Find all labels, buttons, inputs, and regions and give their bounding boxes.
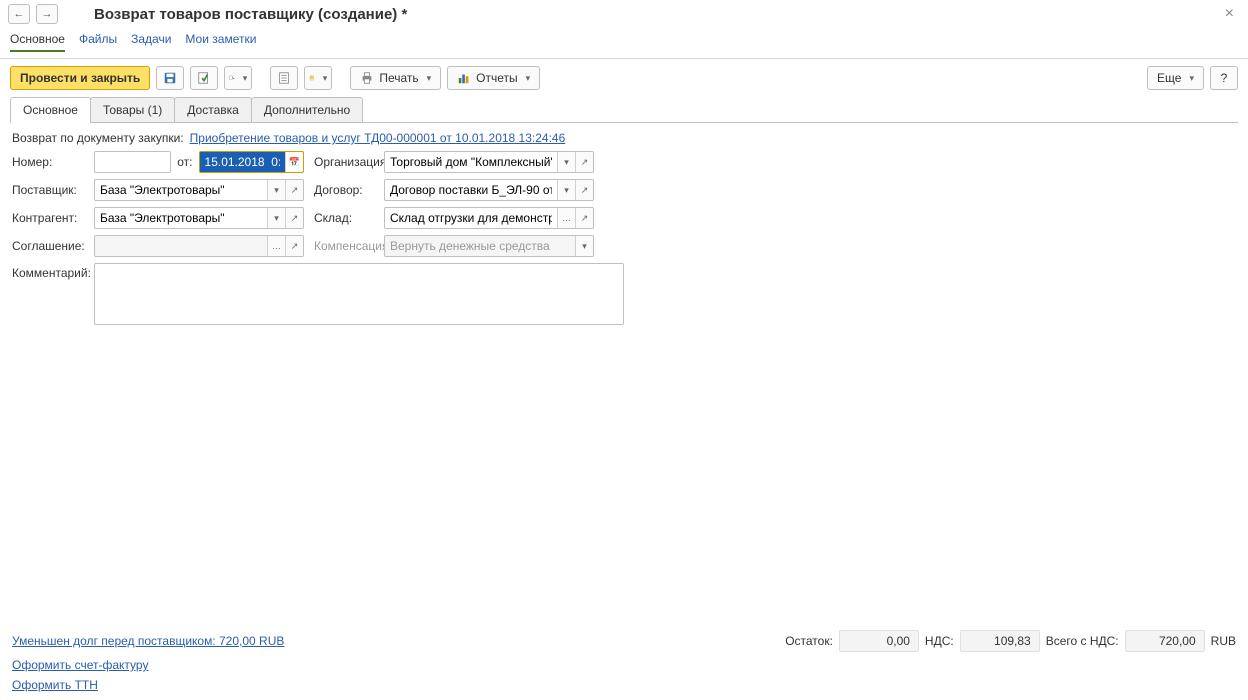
print-icon <box>360 71 374 85</box>
compensation-field: ▾ <box>384 235 594 257</box>
ttn-link[interactable]: Оформить ТТН <box>12 678 98 692</box>
warehouse-label: Склад: <box>314 211 374 225</box>
nav-tabs: Основное Файлы Задачи Мои заметки <box>0 28 1248 59</box>
warehouse-field[interactable]: … ↗ <box>384 207 594 229</box>
date-label: от: <box>177 155 192 169</box>
doc-tabs: Основное Товары (1) Доставка Дополнитель… <box>10 97 1238 123</box>
reports-button[interactable]: Отчеты <box>447 66 540 90</box>
ellipsis-icon[interactable]: … <box>557 208 575 228</box>
print-button[interactable]: Печать <box>350 66 441 90</box>
footer: Уменьшен долг перед поставщиком: 720,00 … <box>0 626 1248 700</box>
print-label: Печать <box>379 71 418 85</box>
total-value: 720,00 <box>1125 630 1205 652</box>
org-input[interactable] <box>385 152 557 172</box>
warehouse-input[interactable] <box>385 208 557 228</box>
doc-tab-goods[interactable]: Товары (1) <box>90 97 175 122</box>
total-label: Всего с НДС: <box>1046 634 1119 648</box>
agreement-label: Соглашение: <box>12 239 84 253</box>
forward-button[interactable]: → <box>36 4 58 24</box>
toolbar: Провести и закрыть Печать Отчеты Еще ? <box>0 59 1248 97</box>
open-icon[interactable]: ↗ <box>285 208 303 228</box>
counterparty-field[interactable]: ▾ ↗ <box>94 207 304 229</box>
doc-tab-extra[interactable]: Дополнительно <box>251 97 363 122</box>
doc-tab-main[interactable]: Основное <box>10 97 91 122</box>
reports-label: Отчеты <box>476 71 517 85</box>
remainder-label: Остаток: <box>785 634 833 648</box>
comment-label: Комментарий: <box>12 263 84 280</box>
open-icon[interactable]: ↗ <box>285 180 303 200</box>
comment-input[interactable] <box>94 263 624 325</box>
post-close-button[interactable]: Провести и закрыть <box>10 66 150 90</box>
dropdown-icon[interactable]: ▾ <box>557 152 575 172</box>
vat-label: НДС: <box>925 634 954 648</box>
calendar-icon[interactable]: 📅 <box>285 152 303 172</box>
doc-icon <box>277 71 291 85</box>
open-icon[interactable]: ↗ <box>575 208 593 228</box>
open-icon: ↗ <box>285 236 303 256</box>
post-button[interactable] <box>190 66 218 90</box>
dropdown-icon[interactable]: ▾ <box>267 208 285 228</box>
base-doc-link[interactable]: Приобретение товаров и услуг ТД00-000001… <box>190 131 566 145</box>
doc-more-icon <box>309 71 314 85</box>
dropdown-icon: ▾ <box>575 236 593 256</box>
currency: RUB <box>1211 634 1236 648</box>
invoice-link[interactable]: Оформить счет-фактуру <box>12 658 148 672</box>
supplier-field[interactable]: ▾ ↗ <box>94 179 304 201</box>
supplier-label: Поставщик: <box>12 183 84 197</box>
content: Возврат по документу закупки: Приобретен… <box>0 123 1248 626</box>
based-on-button[interactable] <box>224 66 252 90</box>
back-button[interactable]: ← <box>8 4 30 24</box>
nav-tab-notes[interactable]: Мои заметки <box>185 32 256 52</box>
compensation-label: Компенсация: <box>314 239 374 253</box>
org-label: Организация: <box>314 155 374 169</box>
agreement-input <box>95 236 267 256</box>
debt-link[interactable]: Уменьшен долг перед поставщиком: 720,00 … <box>12 634 284 648</box>
base-doc-label: Возврат по документу закупки: <box>12 131 184 145</box>
save-icon <box>163 71 177 85</box>
number-label: Номер: <box>12 155 84 169</box>
remainder-value: 0,00 <box>839 630 919 652</box>
contract-field[interactable]: ▾ ↗ <box>384 179 594 201</box>
agreement-field: … ↗ <box>94 235 304 257</box>
dropdown-icon[interactable]: ▾ <box>267 180 285 200</box>
date-field[interactable]: 📅 <box>199 151 304 173</box>
open-icon[interactable]: ↗ <box>575 180 593 200</box>
vat-value: 109,83 <box>960 630 1040 652</box>
ellipsis-icon: … <box>267 236 285 256</box>
reports-icon <box>457 71 471 85</box>
help-button[interactable]: ? <box>1210 66 1238 90</box>
save-button[interactable] <box>156 66 184 90</box>
supplier-input[interactable] <box>95 180 267 200</box>
doc-more-button[interactable] <box>304 66 332 90</box>
counterparty-label: Контрагент: <box>12 211 84 225</box>
dropdown-icon[interactable]: ▾ <box>557 180 575 200</box>
post-icon <box>197 71 211 85</box>
number-input[interactable] <box>95 152 170 172</box>
doc-button[interactable] <box>270 66 298 90</box>
contract-label: Договор: <box>314 183 374 197</box>
org-field[interactable]: ▾ ↗ <box>384 151 594 173</box>
open-icon[interactable]: ↗ <box>575 152 593 172</box>
nav-tab-files[interactable]: Файлы <box>79 32 117 52</box>
nav-tab-tasks[interactable]: Задачи <box>131 32 171 52</box>
doc-tab-delivery[interactable]: Доставка <box>174 97 252 122</box>
titlebar: ← → Возврат товаров поставщику (создание… <box>0 0 1248 28</box>
nav-tab-main[interactable]: Основное <box>10 32 65 52</box>
date-input[interactable] <box>200 152 285 172</box>
based-on-icon <box>229 71 234 85</box>
close-icon[interactable]: × <box>1219 5 1240 23</box>
more-button[interactable]: Еще <box>1147 66 1204 90</box>
totals: Остаток: 0,00 НДС: 109,83 Всего с НДС: 7… <box>785 630 1236 652</box>
number-field[interactable] <box>94 151 171 173</box>
compensation-input <box>385 236 575 256</box>
counterparty-input[interactable] <box>95 208 267 228</box>
contract-input[interactable] <box>385 180 557 200</box>
window-title: Возврат товаров поставщику (создание) * <box>94 6 407 23</box>
